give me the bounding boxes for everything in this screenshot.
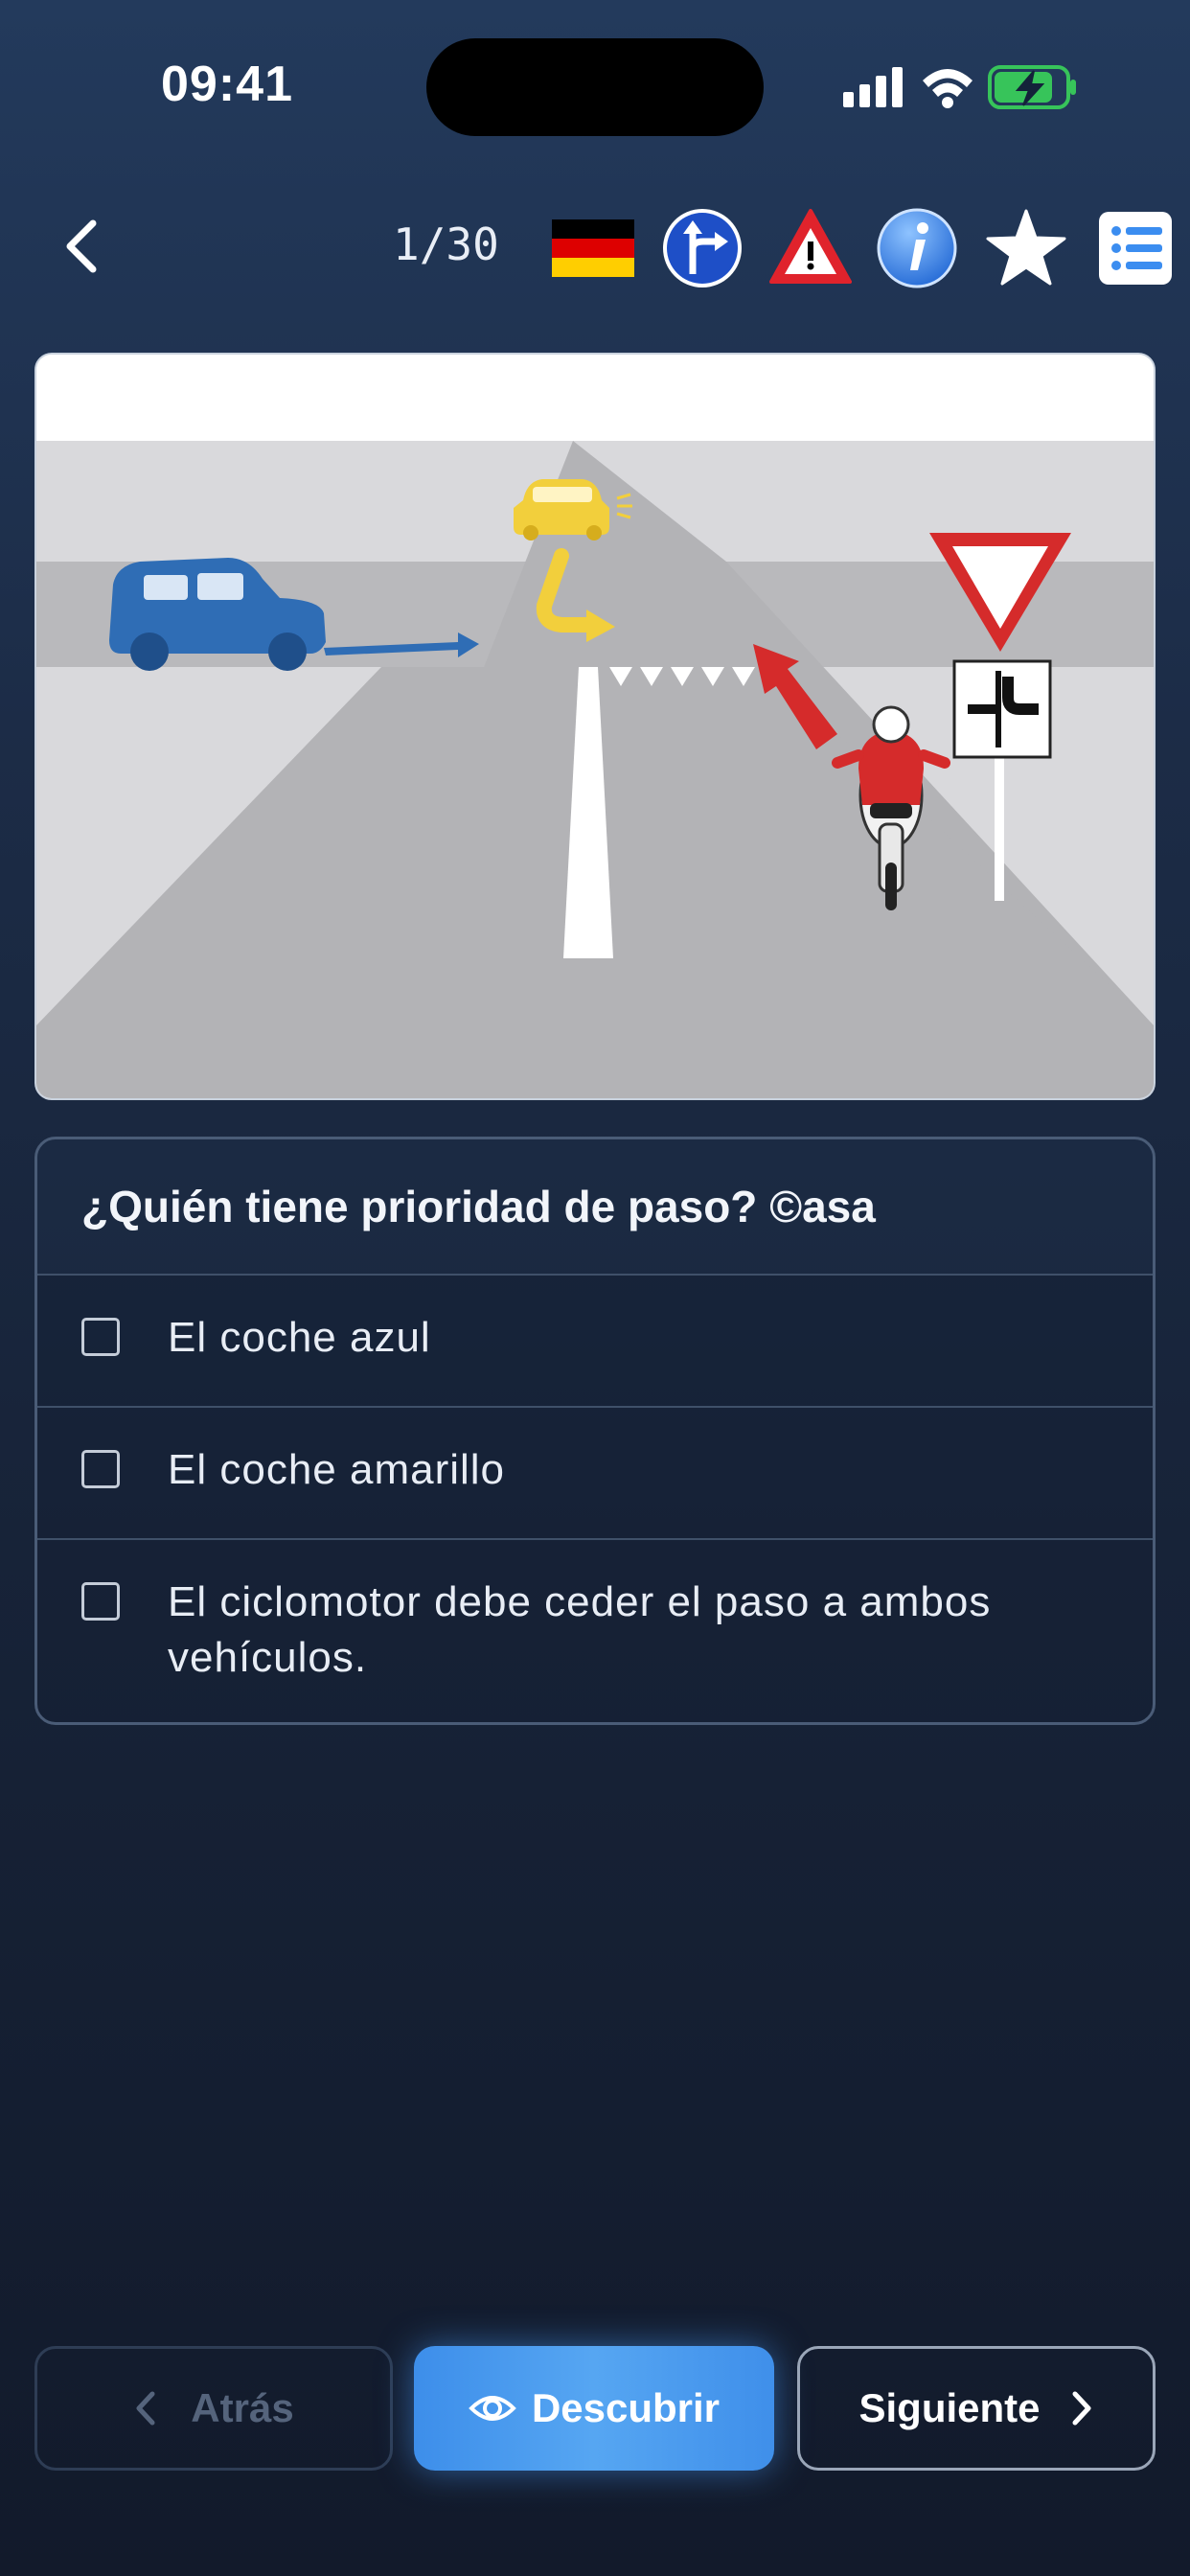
reveal-button[interactable]: Descubrir xyxy=(414,2346,774,2471)
top-toolbar: 1/30 xyxy=(0,192,1190,297)
status-time: 09:41 xyxy=(161,57,293,112)
reveal-button-label: Descubrir xyxy=(531,2385,721,2430)
back-button-label: Atrás xyxy=(191,2385,294,2430)
question-title: ¿Quién tiene prioridad de paso? ©asa xyxy=(37,1139,1153,1276)
answer-option-1[interactable]: El coche azul xyxy=(37,1276,1153,1408)
checkbox[interactable] xyxy=(81,1450,120,1488)
status-bar: 09:41 xyxy=(0,0,1190,172)
next-button-label: Siguiente xyxy=(858,2385,1041,2430)
chevron-right-icon xyxy=(1072,2391,1091,2426)
answer-option-2[interactable]: El coche amarillo xyxy=(37,1408,1153,1540)
checkbox[interactable] xyxy=(81,1318,120,1356)
question-counter: 1/30 xyxy=(393,218,499,270)
germany-flag-icon[interactable] xyxy=(552,207,634,289)
chevron-left-icon xyxy=(136,2391,155,2426)
star-icon[interactable] xyxy=(985,207,1067,289)
next-button[interactable]: Siguiente xyxy=(797,2346,1156,2471)
info-icon[interactable] xyxy=(876,207,958,289)
list-icon[interactable] xyxy=(1094,207,1177,289)
question-card: ¿Quién tiene prioridad de paso? ©asa El … xyxy=(34,1137,1156,1725)
direction-sign-icon[interactable] xyxy=(661,207,744,289)
back-chevron-icon[interactable] xyxy=(48,213,115,280)
eye-icon xyxy=(469,2396,516,2421)
answer-label: El coche azul xyxy=(168,1314,431,1361)
cellular-signal-icon xyxy=(843,67,903,107)
answer-label: El ciclomotor debe ceder el paso a ambos… xyxy=(168,1578,992,1681)
warning-sign-icon[interactable] xyxy=(769,207,852,289)
traffic-scene-image xyxy=(34,353,1156,1100)
checkbox[interactable] xyxy=(81,1582,120,1621)
status-icons xyxy=(841,59,1081,117)
dynamic-island xyxy=(426,38,764,136)
battery-charging-icon xyxy=(988,65,1076,109)
answer-option-3[interactable]: El ciclomotor debe ceder el paso a ambos… xyxy=(37,1540,1153,1722)
wifi-icon xyxy=(923,69,973,108)
back-button[interactable]: Atrás xyxy=(34,2346,393,2471)
answer-label: El coche amarillo xyxy=(168,1446,506,1493)
